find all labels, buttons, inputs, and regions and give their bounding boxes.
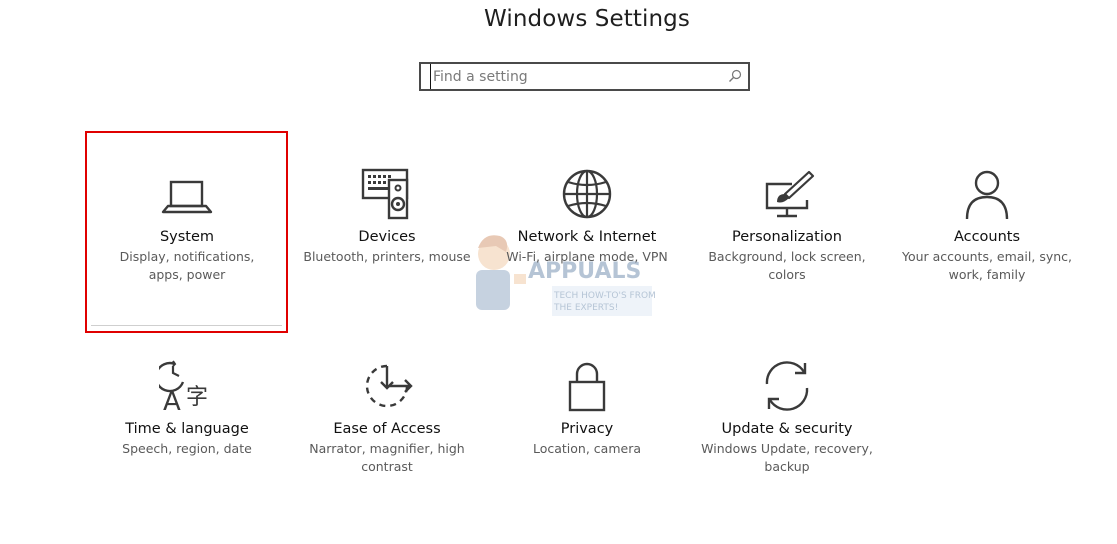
tile-label: Devices [358, 229, 416, 245]
person-icon [965, 170, 1009, 220]
page-title: Windows Settings [484, 6, 690, 32]
tile-description: Your accounts, email, sync, work, family [901, 249, 1072, 282]
tile-label: Accounts [953, 229, 1021, 245]
tile-description: Location, camera [532, 441, 641, 456]
tile-ease-of-access[interactable]: Ease of Access Narrator, magnifier, high… [287, 358, 487, 544]
search-icon[interactable] [728, 69, 742, 83]
tile-label: Privacy [560, 421, 614, 437]
tile-label: System [159, 229, 215, 245]
settings-window: Windows Settings APPUALS TECH HOW-TO'S F… [0, 0, 1117, 544]
tile-description: Windows Update, recovery, backup [701, 441, 873, 474]
tile-devices[interactable]: Devices Bluetooth, printers, mouse [287, 166, 487, 356]
tile-description: Bluetooth, printers, mouse [303, 249, 471, 264]
tile-description: Speech, region, date [122, 441, 252, 456]
tile-privacy[interactable]: Privacy Location, camera [487, 358, 687, 544]
tile-network-internet[interactable]: Network & Internet Wi-Fi, airplane mode,… [487, 166, 687, 356]
tile-label: Ease of Access [333, 421, 441, 437]
globe-icon [562, 169, 612, 219]
tile-system[interactable]: System Display, notifications, apps, pow… [87, 166, 287, 356]
tile-accounts[interactable]: Accounts Your accounts, email, sync, wor… [887, 166, 1087, 356]
tile-label: Personalization [732, 229, 842, 245]
tile-description: Background, lock screen, colors [708, 249, 866, 282]
search-box[interactable] [419, 62, 750, 91]
svg-text:A: A [163, 387, 181, 414]
tile-time-language[interactable]: A 字 Time & language Speech, region, date [87, 358, 287, 544]
tile-description: Narrator, magnifier, high contrast [309, 441, 465, 474]
svg-text:字: 字 [186, 385, 208, 410]
tile-label: Network & Internet [517, 229, 657, 245]
laptop-icon [161, 180, 213, 214]
tile-label: Update & security [721, 421, 853, 437]
tile-description: Display, notifications, apps, power [119, 249, 255, 282]
tile-label: Time & language [125, 421, 249, 437]
tile-update-security[interactable]: Update & security Windows Update, recove… [687, 358, 887, 544]
clock-language-icon: A 字 [159, 360, 208, 414]
tile-description: Wi-Fi, airplane mode, VPN [506, 249, 668, 264]
lock-icon [568, 362, 606, 412]
search-input[interactable] [430, 64, 723, 89]
paintbrush-monitor-icon [765, 170, 815, 218]
keyboard-speaker-icon [361, 168, 409, 220]
tile-personalization[interactable]: Personalization Background, lock screen,… [687, 166, 887, 356]
ease-of-access-icon [365, 364, 413, 408]
sync-arrows-icon [765, 361, 809, 411]
